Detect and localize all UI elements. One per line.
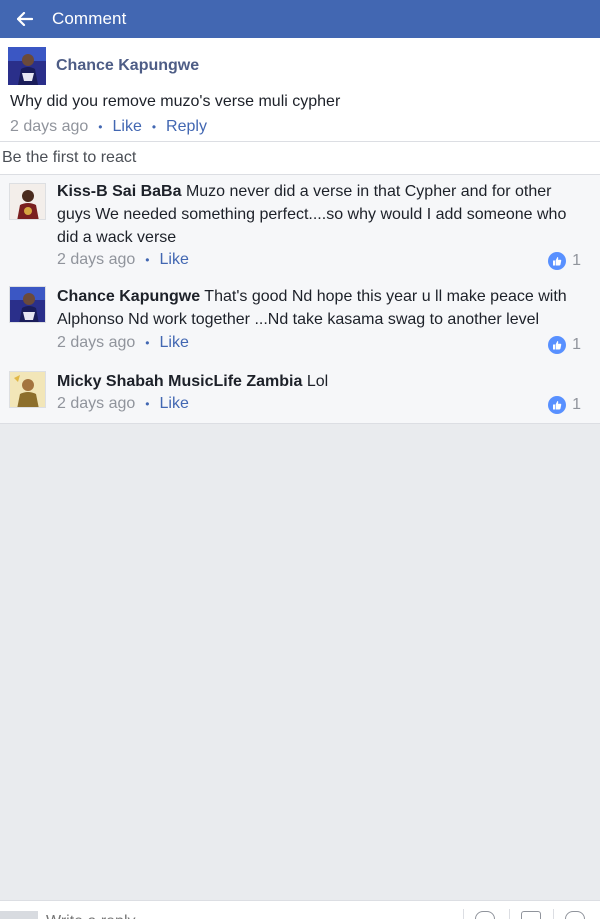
separator-dot: • — [145, 336, 150, 350]
avatar[interactable] — [9, 371, 46, 408]
avatar[interactable] — [9, 183, 46, 220]
comment-author[interactable]: Chance Kapungwe — [57, 288, 200, 305]
original-comment: Chance Kapungwe Why did you remove muzo'… — [0, 38, 600, 142]
comment-author[interactable]: Kiss-B Sai BaBa — [57, 183, 182, 200]
like-link[interactable]: Like — [159, 395, 188, 413]
comment-text: Lol — [306, 373, 329, 390]
thumbs-up-icon — [548, 336, 567, 354]
avatar[interactable] — [8, 47, 46, 85]
separator-dot: • — [145, 253, 150, 267]
comment-author[interactable]: Micky Shabah MusicLife Zambia — [57, 373, 302, 390]
like-link[interactable]: Like — [159, 251, 188, 269]
post-author[interactable]: Chance Kapungwe — [56, 57, 199, 75]
like-link[interactable]: Like — [159, 334, 188, 352]
like-link[interactable]: Like — [112, 118, 141, 136]
separator-dot: • — [98, 120, 103, 134]
top-bar: Comment — [0, 0, 600, 38]
reaction-count[interactable]: 1 — [548, 336, 581, 354]
post-text: Why did you remove muzo's verse muli cyp… — [10, 93, 341, 110]
avatar[interactable] — [9, 286, 46, 323]
thumbs-up-icon — [548, 396, 567, 414]
reaction-count-number: 1 — [572, 336, 581, 353]
post-meta: 2 days ago • Like • Reply — [10, 118, 207, 136]
arrow-left-icon — [17, 12, 33, 26]
reply-composer — [0, 900, 600, 919]
replies-list: Kiss-B Sai BaBa Muzo never did a verse i… — [0, 175, 600, 424]
reaction-count-number: 1 — [572, 252, 581, 269]
reaction-count[interactable]: 1 — [548, 396, 581, 414]
reaction-count-number: 1 — [572, 396, 581, 413]
reactions-summary[interactable]: Be the first to react — [0, 142, 600, 175]
reactions-text: Be the first to react — [2, 149, 137, 166]
comment-timestamp: 2 days ago — [57, 251, 136, 268]
reply-input[interactable] — [46, 913, 426, 919]
separator-dot: • — [145, 397, 150, 411]
reply-link[interactable]: Reply — [166, 118, 207, 136]
comment-timestamp: 2 days ago — [57, 334, 136, 351]
post-timestamp: 2 days ago — [10, 118, 89, 135]
thumbs-up-icon — [548, 252, 567, 270]
comment-timestamp: 2 days ago — [57, 395, 136, 412]
reaction-count[interactable]: 1 — [548, 252, 581, 270]
separator-dot: • — [151, 120, 157, 134]
back-button[interactable] — [15, 9, 35, 29]
page-title: Comment — [52, 9, 127, 28]
